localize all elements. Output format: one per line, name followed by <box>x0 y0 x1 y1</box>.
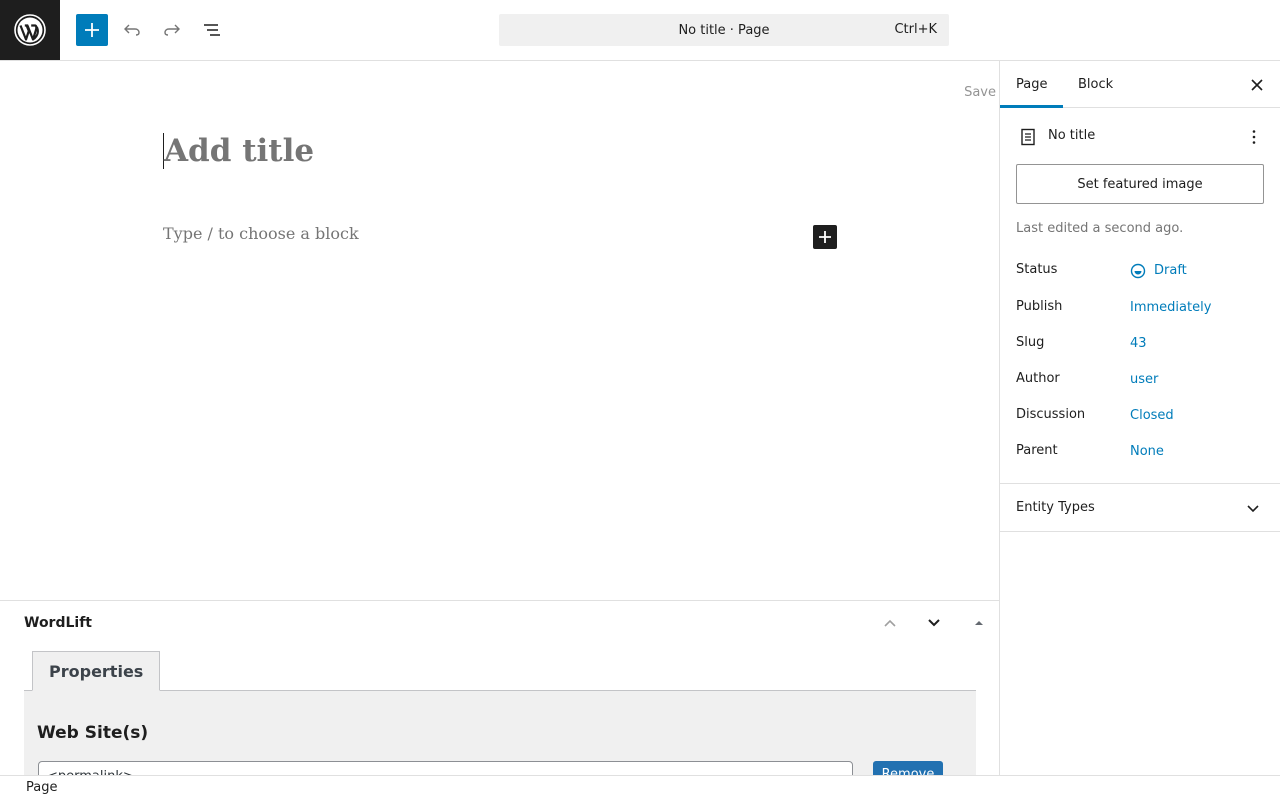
author-label: Author <box>1016 371 1060 386</box>
empty-block-placeholder[interactable]: Type / to choose a block <box>163 224 359 243</box>
toggle-panel-button[interactable] <box>967 611 991 635</box>
chevron-down-icon <box>1247 505 1259 513</box>
metabox-title: WordLift <box>24 615 92 631</box>
author-value[interactable]: user <box>1130 372 1158 387</box>
slug-row: Slug 43 <box>1016 335 1266 355</box>
publish-row: Publish Immediately <box>1016 299 1266 319</box>
move-up-button[interactable] <box>878 611 902 635</box>
author-row: Author user <box>1016 371 1266 391</box>
editor-canvas: Save Add title Type / to choose a block <box>0 61 999 600</box>
triangle-up-icon <box>975 621 983 625</box>
slug-label: Slug <box>1016 335 1045 350</box>
wordlift-metabox: WordLift Properties Web Site(s) Remove <box>0 600 999 775</box>
website-url-input[interactable] <box>38 761 853 775</box>
document-summary: No title <box>1016 125 1266 149</box>
wordpress-logo-icon <box>14 14 46 46</box>
publish-value[interactable]: Immediately <box>1130 300 1211 315</box>
status-label: Status <box>1016 262 1058 277</box>
undo-button[interactable] <box>116 14 148 46</box>
discussion-row: Discussion Closed <box>1016 407 1266 427</box>
redo-button[interactable] <box>156 14 188 46</box>
parent-row: Parent None <box>1016 443 1266 463</box>
block-breadcrumb-bar: Page <box>0 775 1280 800</box>
tab-block[interactable]: Block <box>1062 61 1129 108</box>
parent-label: Parent <box>1016 443 1058 458</box>
block-inserter-button[interactable] <box>76 14 108 46</box>
set-featured-image-button[interactable]: Set featured image <box>1016 164 1264 204</box>
status-row: Status Draft <box>1016 262 1266 282</box>
add-block-button[interactable] <box>813 225 837 249</box>
slug-value[interactable]: 43 <box>1130 336 1147 351</box>
redo-icon <box>164 24 180 36</box>
wordpress-logo-button[interactable] <box>0 0 60 60</box>
entity-types-label: Entity Types <box>1016 500 1095 515</box>
chevron-up-icon <box>884 619 896 627</box>
metabox-tabs: Properties <box>24 651 976 691</box>
properties-panel: Web Site(s) Remove <box>24 691 976 775</box>
close-sidebar-button[interactable] <box>1245 73 1269 97</box>
status-value[interactable]: Draft <box>1154 263 1187 278</box>
move-down-button[interactable] <box>922 611 946 635</box>
save-draft-button[interactable]: Save <box>964 85 996 100</box>
publish-label: Publish <box>1016 299 1063 314</box>
undo-icon <box>124 24 140 36</box>
discussion-label: Discussion <box>1016 407 1086 422</box>
document-overview-icon <box>204 24 220 36</box>
command-bar-title: No title · Page <box>678 22 770 38</box>
last-edited-text: Last edited a second ago. <box>1016 221 1184 236</box>
close-icon <box>1251 79 1263 91</box>
draft-status-icon <box>1130 263 1146 279</box>
page-icon <box>1016 125 1040 149</box>
plus-icon <box>85 23 99 37</box>
sidebar-tabs: Page Block <box>1000 61 1280 108</box>
section-heading: Web Site(s) <box>37 723 149 743</box>
settings-sidebar: Page Block No title Set featured image L… <box>999 61 1280 775</box>
command-palette-bar[interactable]: No title · Page Ctrl+K <box>499 14 949 46</box>
tab-page[interactable]: Page <box>1000 61 1063 108</box>
document-title: No title <box>1048 128 1096 143</box>
entity-types-panel-toggle[interactable]: Entity Types <box>1000 484 1280 532</box>
chevron-down-icon <box>928 619 940 627</box>
discussion-value[interactable]: Closed <box>1130 408 1174 423</box>
document-actions-button[interactable] <box>1242 125 1266 149</box>
document-overview-button[interactable] <box>196 14 228 46</box>
post-title-input[interactable]: Add title <box>163 133 314 169</box>
editor-header: No title · Page Ctrl+K <box>0 0 1280 61</box>
more-vertical-icon <box>1252 130 1256 144</box>
parent-value[interactable]: None <box>1130 444 1164 459</box>
command-bar-shortcut: Ctrl+K <box>894 22 937 37</box>
tab-properties[interactable]: Properties <box>32 651 161 691</box>
plus-icon <box>819 231 831 243</box>
breadcrumb-page[interactable]: Page <box>26 780 57 795</box>
remove-button[interactable]: Remove <box>873 761 943 775</box>
